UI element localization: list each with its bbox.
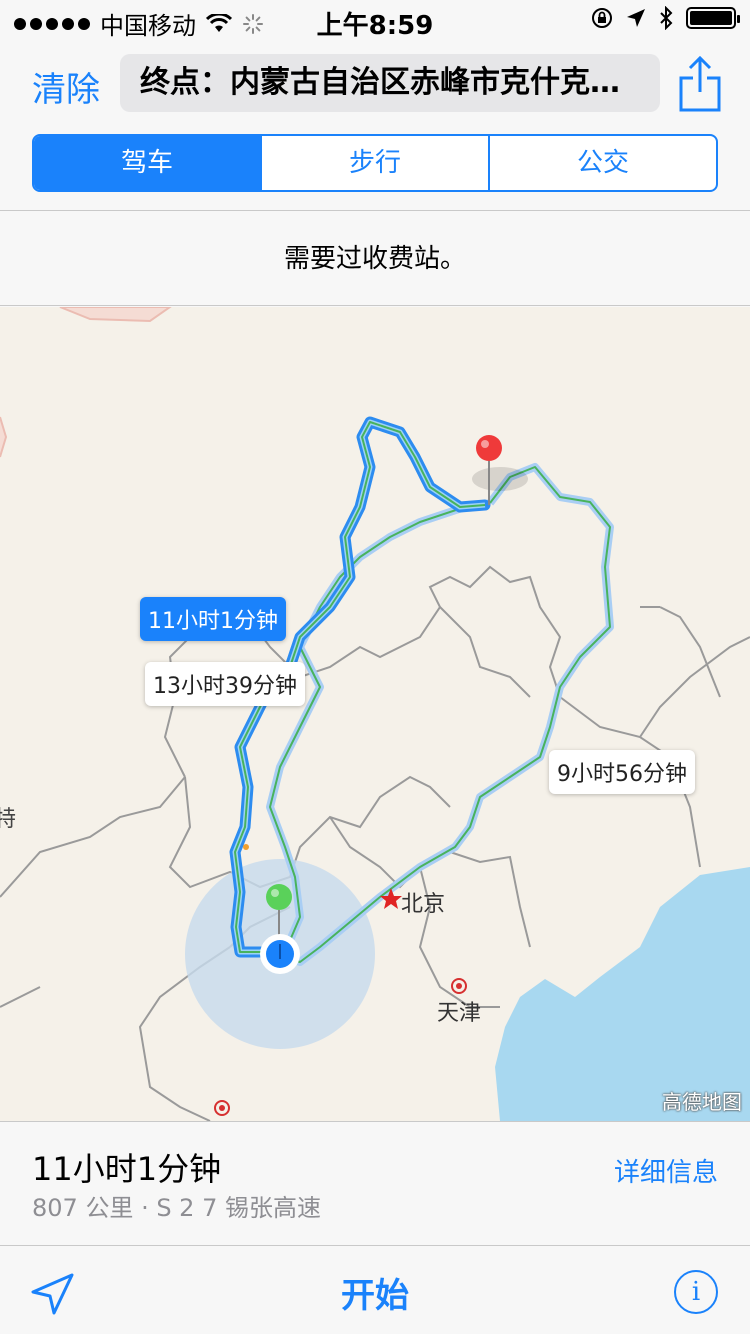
bluetooth-icon xyxy=(660,6,673,30)
route-label-alt-2[interactable]: 9小时56分钟 xyxy=(549,750,695,794)
city-marker-icon xyxy=(214,1100,230,1116)
rotation-lock-icon xyxy=(592,8,612,28)
location-arrow-icon xyxy=(627,9,645,27)
clear-button[interactable]: 清除 xyxy=(32,62,100,111)
toll-notice: 需要过收费站。 xyxy=(0,210,750,306)
details-button[interactable]: 详细信息 xyxy=(614,1152,718,1189)
route-label-selected[interactable]: 11小时1分钟 xyxy=(140,597,286,641)
current-location-dot xyxy=(260,934,300,974)
tab-transit[interactable]: 公交 xyxy=(488,136,716,190)
city-label-beijing: 北京 xyxy=(401,892,446,917)
map-watermark: 高德地图 xyxy=(662,1090,742,1114)
route-duration: 11小时1分钟 xyxy=(32,1150,222,1188)
route-summary: 11小时1分钟 807 公里 · S 2 7 锡张高速 详细信息 xyxy=(0,1121,750,1245)
map-view[interactable]: 11小时1分钟 13小时39分钟 9小时56分钟 北京 天津 特 高德地图 xyxy=(0,307,750,1121)
start-button[interactable]: 开始 xyxy=(0,1268,750,1317)
destination-field[interactable]: 终点：内蒙古自治区赤峰市克什克… xyxy=(120,54,660,112)
info-icon[interactable]: i xyxy=(674,1270,718,1314)
battery-icon xyxy=(686,7,740,29)
share-icon[interactable] xyxy=(678,54,722,114)
route-header: 清除 终点：内蒙古自治区赤峰市克什克… xyxy=(0,40,750,130)
tab-driving[interactable]: 驾车 xyxy=(34,136,260,190)
bottom-toolbar: 开始 i xyxy=(0,1245,750,1334)
map-edge-label: 特 xyxy=(0,807,17,832)
tianjin-city-marker-icon xyxy=(451,978,467,994)
city-label-tianjin: 天津 xyxy=(437,1001,482,1026)
transport-mode-tabs: 驾车 步行 公交 xyxy=(32,134,718,192)
route-label-alt-1[interactable]: 13小时39分钟 xyxy=(145,662,305,706)
status-bar: 中国移动 上午8:59 xyxy=(0,0,750,41)
tab-walking[interactable]: 步行 xyxy=(260,136,488,190)
map-canvas xyxy=(0,307,750,1121)
route-distance-road: 807 公里 · S 2 7 锡张高速 xyxy=(32,1194,321,1222)
